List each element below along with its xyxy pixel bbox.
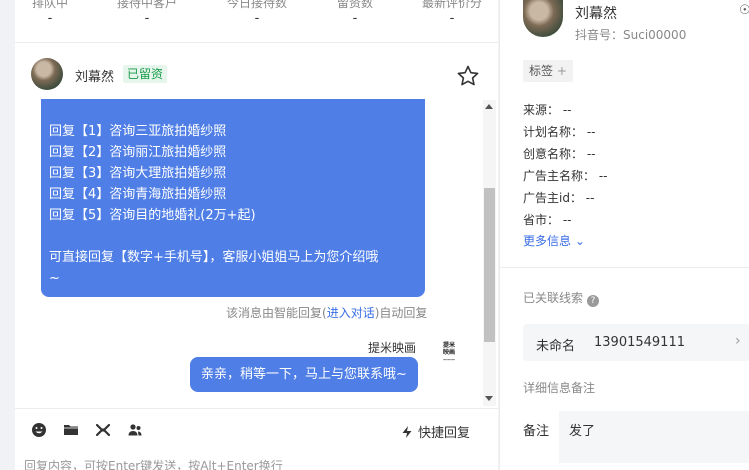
info-label: 省市： — [523, 213, 560, 227]
quick-reply-label: 快捷回复 — [418, 426, 471, 441]
users-icon[interactable] — [127, 422, 143, 438]
info-value: -- — [586, 125, 596, 139]
quick-reply-button[interactable]: 快捷回复 — [400, 422, 470, 441]
info-value: -- — [586, 147, 596, 161]
info-value: -- — [598, 169, 608, 183]
folder-icon[interactable] — [63, 422, 79, 438]
auto-note-suffix: )自动回复 — [374, 306, 428, 320]
chevron-right-icon: › — [735, 333, 741, 349]
customer-name: 刘幕然 — [75, 70, 115, 85]
enter-conversation-link[interactable]: 进入对话 — [327, 306, 375, 320]
message-line: 可直接回复【数字+手机号】，客服小姐姐马上为您介绍哦 — [49, 250, 379, 265]
status-badge: 已留资 — [123, 65, 168, 83]
info-row-plan: 计划名称： -- — [523, 123, 596, 140]
message-line: 回复【3】咨询大理旅拍婚纱照 — [49, 166, 227, 181]
linked-lead-card[interactable]: 未命名 13901549111 › — [523, 324, 749, 361]
stat-rating: 最新评价分 - — [402, 0, 502, 26]
message-line: 回复【1】咨询三亚旅拍婚纱照 — [49, 124, 227, 139]
chevron-down-icon: ⌄ — [571, 234, 585, 248]
more-info-label: 更多信息 — [523, 234, 572, 248]
profile-avatar — [523, 0, 563, 37]
sender-name: 提米映画 — [368, 341, 417, 355]
avatar[interactable] — [31, 58, 63, 90]
stat-value: - — [144, 11, 150, 26]
brand-logo: 提米 映画 ——— — [442, 342, 455, 362]
close-icon[interactable]: ☉ — [739, 3, 749, 18]
stat-value: - — [47, 11, 53, 26]
lightning-icon — [402, 425, 412, 438]
message-line: 回复【4】咨询青海旅拍婚纱照 — [49, 187, 227, 202]
note-label: 备注 — [523, 424, 550, 439]
profile-panel: 刘幕然 抖音号：Suci00000 ☉ 标签 + 来源： -- 计划名称： --… — [499, 0, 749, 470]
douyin-id: 抖音号：Suci00000 — [575, 28, 687, 42]
tag-label: 标签 — [529, 64, 554, 78]
info-row-advertiser-id: 广告主id： -- — [523, 189, 594, 206]
scroll-down-icon[interactable] — [485, 396, 493, 401]
info-row-city: 省市： -- — [523, 211, 572, 228]
note-field[interactable]: 发了 — [559, 411, 749, 463]
message-list: 回复【1】咨询三亚旅拍婚纱照 回复【2】咨询丽江旅拍婚纱照 回复【3】咨询大理旅… — [15, 99, 498, 407]
info-value: -- — [585, 191, 595, 205]
linked-leads-label: 已关联线索 — [523, 291, 584, 305]
scroll-up-icon[interactable] — [485, 104, 493, 109]
auto-reply-note: 该消息由智能回复(进入对话)自动回复 — [226, 304, 427, 321]
info-label: 广告主id： — [523, 191, 582, 205]
auto-note-prefix: 该消息由智能回复( — [226, 306, 327, 320]
link-icon[interactable] — [95, 422, 111, 438]
reply-input[interactable]: 回复内容，可按Enter键发送，按Alt+Enter换行 — [24, 457, 283, 470]
info-label: 创意名称： — [523, 147, 584, 161]
stat-leads: 留资数 - — [305, 0, 405, 26]
message-line: 回复【5】咨询目的地婚礼(2万+起) — [49, 208, 256, 223]
detail-note-title: 详细信息备注 — [523, 381, 596, 395]
message-scrollbar[interactable] — [483, 100, 496, 406]
emoji-icon[interactable] — [31, 422, 47, 438]
stat-serving: 接待中客户 - — [97, 0, 197, 26]
info-label: 来源： — [523, 103, 560, 117]
info-value: -- — [562, 103, 572, 117]
star-icon[interactable] — [456, 64, 480, 88]
stat-value: - — [254, 11, 260, 26]
message-line: ~ — [49, 271, 60, 286]
plus-icon: + — [556, 64, 567, 78]
stat-value: - — [449, 11, 455, 26]
help-icon[interactable]: ? — [587, 295, 600, 307]
info-label: 计划名称： — [523, 125, 584, 139]
stats-bar: 排队中 - 接待中客户 - 今日接待数 - 留资数 - 最新评价分 - — [15, 0, 498, 43]
lead-name: 未命名 — [536, 339, 576, 354]
lead-phone: 13901549111 — [594, 335, 685, 350]
add-tag-button[interactable]: 标签 + — [523, 60, 573, 82]
profile-name: 刘幕然 — [575, 6, 617, 22]
more-info-link[interactable]: 更多信息 ⌄ — [523, 232, 585, 249]
info-value: -- — [562, 213, 572, 227]
scroll-thumb[interactable] — [484, 188, 495, 342]
linked-leads-title: 已关联线索? — [523, 289, 600, 307]
stat-queue: 排队中 - — [0, 0, 100, 26]
message-gap — [49, 226, 417, 247]
info-row-creative: 创意名称： -- — [523, 145, 596, 162]
stat-value: - — [352, 11, 358, 26]
section-divider — [500, 267, 749, 268]
app-root: 排队中 - 接待中客户 - 今日接待数 - 留资数 - 最新评价分 - 刘幕然 — [0, 0, 749, 470]
info-row-source: 来源： -- — [523, 101, 572, 118]
chat-panel: 排队中 - 接待中客户 - 今日接待数 - 留资数 - 最新评价分 - 刘幕然 — [15, 0, 498, 470]
outgoing-message: 亲亲，稍等一下，马上与您联系哦~ — [190, 357, 418, 392]
message-line: 回复【2】咨询丽江旅拍婚纱照 — [49, 145, 227, 160]
info-row-advertiser: 广告主名称： -- — [523, 167, 608, 184]
info-label: 广告主名称： — [523, 169, 596, 183]
incoming-message: 回复【1】咨询三亚旅拍婚纱照 回复【2】咨询丽江旅拍婚纱照 回复【3】咨询大理旅… — [41, 99, 425, 297]
stat-today: 今日接待数 - — [207, 0, 307, 26]
composer-toolbar: 快捷回复 — [15, 408, 498, 454]
chat-header: 刘幕然 已留资 — [15, 44, 498, 104]
